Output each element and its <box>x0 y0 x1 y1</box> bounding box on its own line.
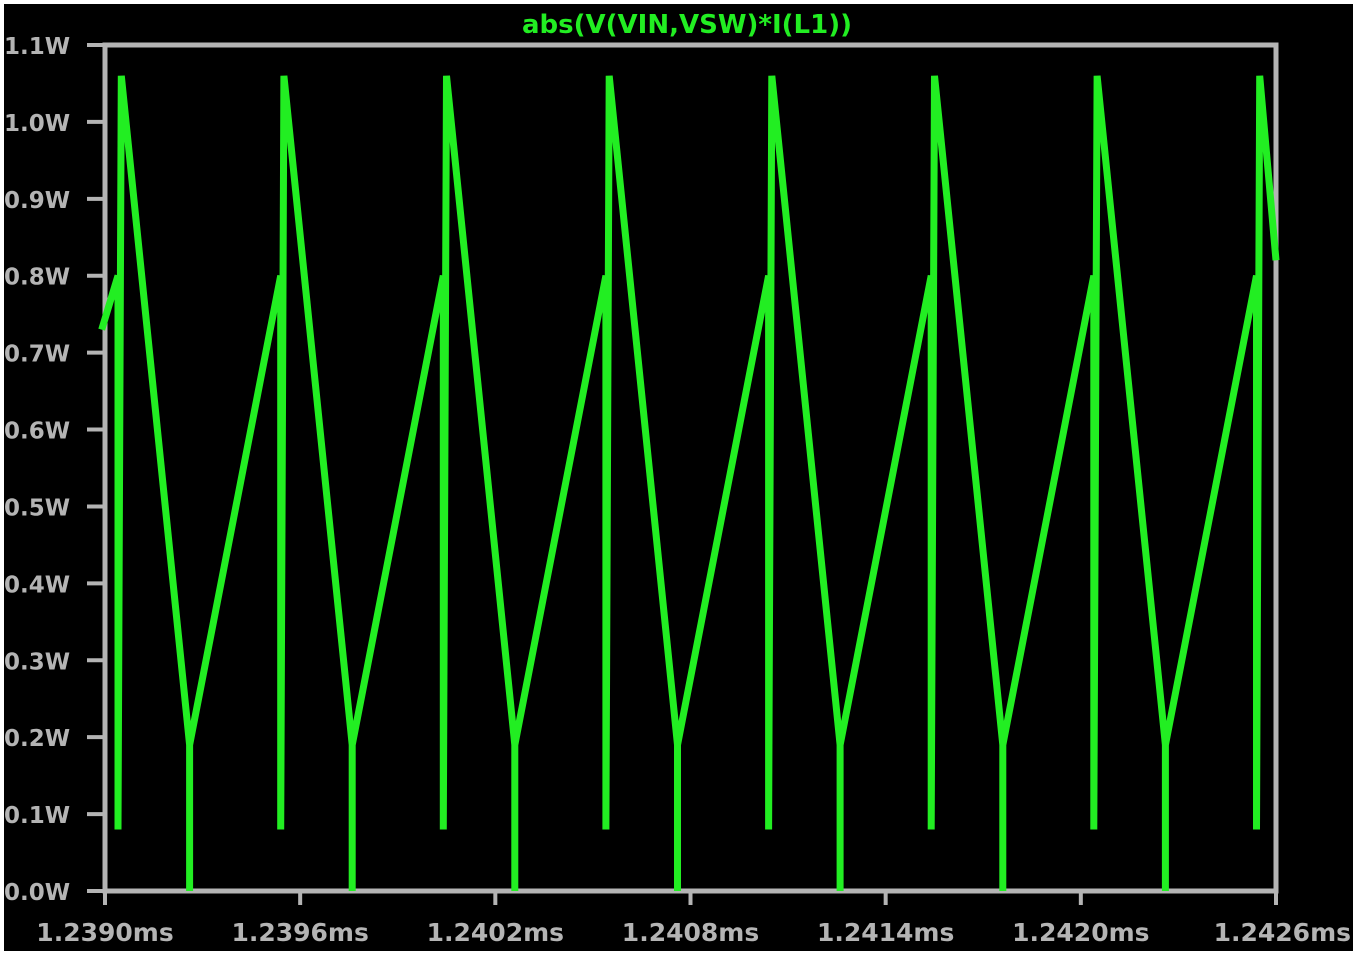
y-tick-label: 0.2W <box>4 726 70 752</box>
y-tick-label: 0.3W <box>4 649 70 675</box>
y-tick-label: 0.1W <box>4 803 70 829</box>
x-tick-label: 1.2390ms <box>36 918 173 947</box>
y-tick-label: 0.6W <box>4 419 70 445</box>
y-tick-label: 1.1W <box>4 34 70 60</box>
y-tick-label: 0.9W <box>4 188 70 214</box>
x-tick-label: 1.2420ms <box>1012 918 1149 947</box>
waveform-chart: abs(V(VIN,VSW)*I(L1)) 0.0W 0.1W 0.2W 0.3W 0.… <box>4 10 1351 947</box>
chart-title: abs(V(VIN,VSW)*I(L1)) <box>522 10 852 40</box>
x-tick-label: 1.2396ms <box>231 918 368 947</box>
x-tick-label: 1.2402ms <box>427 918 564 947</box>
y-tick-label: 1.0W <box>4 111 70 137</box>
y-tick-label: 0.0W <box>4 880 70 906</box>
x-tick-label: 1.2426ms <box>1214 918 1351 947</box>
series-group <box>98 75 1280 891</box>
y-tick-label: 0.7W <box>4 342 70 368</box>
x-tick-label: 1.2414ms <box>817 918 954 947</box>
series-line-0 <box>98 75 1280 891</box>
y-tick-label: 0.5W <box>4 495 70 521</box>
y-tick-label: 0.4W <box>4 572 70 598</box>
y-tick-label: 0.8W <box>4 265 70 291</box>
x-tick-label: 1.2408ms <box>622 918 759 947</box>
